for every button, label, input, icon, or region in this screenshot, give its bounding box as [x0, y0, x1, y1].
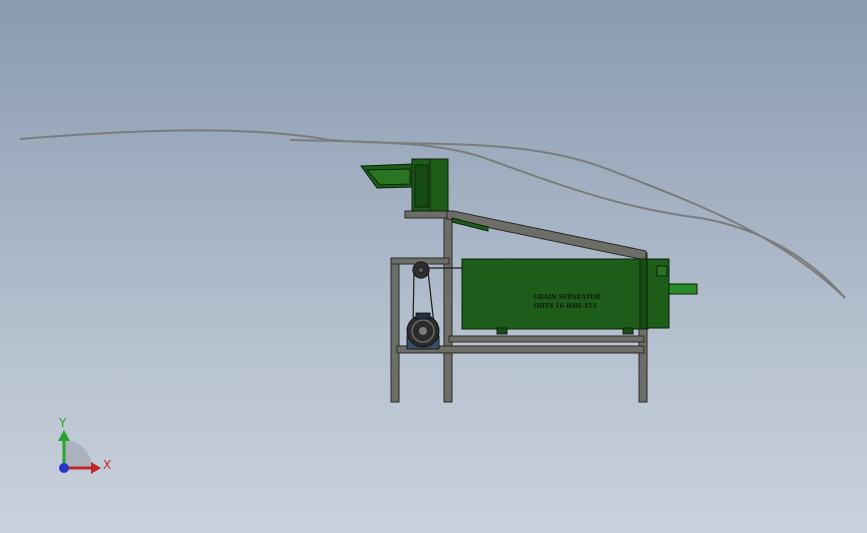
triad-y-label: Y — [58, 416, 67, 430]
model-label-line-2: OHTS 16-BSH-153 — [534, 303, 597, 310]
upper-pulley-hub — [417, 266, 425, 274]
motor-top-box[interactable] — [415, 312, 431, 320]
triad-rotation-arc — [64, 440, 92, 468]
triad-x-arrowhead — [91, 462, 101, 474]
frame-left-leg[interactable] — [390, 258, 400, 403]
hopper-housing-panel[interactable] — [414, 164, 429, 208]
feed-hopper[interactable] — [360, 158, 449, 212]
motor-hub — [419, 327, 427, 335]
discharge-outlet[interactable] — [668, 283, 698, 295]
sloped-top-rail[interactable] — [446, 210, 647, 260]
separator-foot-left[interactable] — [496, 327, 508, 335]
separator-foot-right[interactable] — [622, 327, 634, 335]
model-label-line-1: GRAIN SEPARATOR — [534, 294, 602, 301]
triad-z-axis — [59, 463, 69, 473]
belt-left-run[interactable] — [412, 270, 415, 326]
frame-middle-leg[interactable] — [443, 214, 453, 403]
frame-lower-rail[interactable] — [448, 335, 645, 343]
frame-top-plate[interactable] — [404, 210, 454, 219]
3d-viewport[interactable]: GRAIN SEPARATOR OHTS 16-BSH-153 Y X — [0, 0, 867, 533]
orientation-triad[interactable]: Y X — [58, 416, 111, 474]
end-housing-knob[interactable] — [656, 265, 668, 277]
triad-y-arrowhead — [58, 430, 70, 441]
electric-motor[interactable] — [406, 312, 440, 350]
triad-x-label: X — [103, 458, 111, 472]
model-scene[interactable]: GRAIN SEPARATOR OHTS 16-BSH-153 Y X — [0, 0, 867, 533]
grain-separator-model[interactable]: GRAIN SEPARATOR OHTS 16-BSH-153 — [360, 158, 698, 403]
